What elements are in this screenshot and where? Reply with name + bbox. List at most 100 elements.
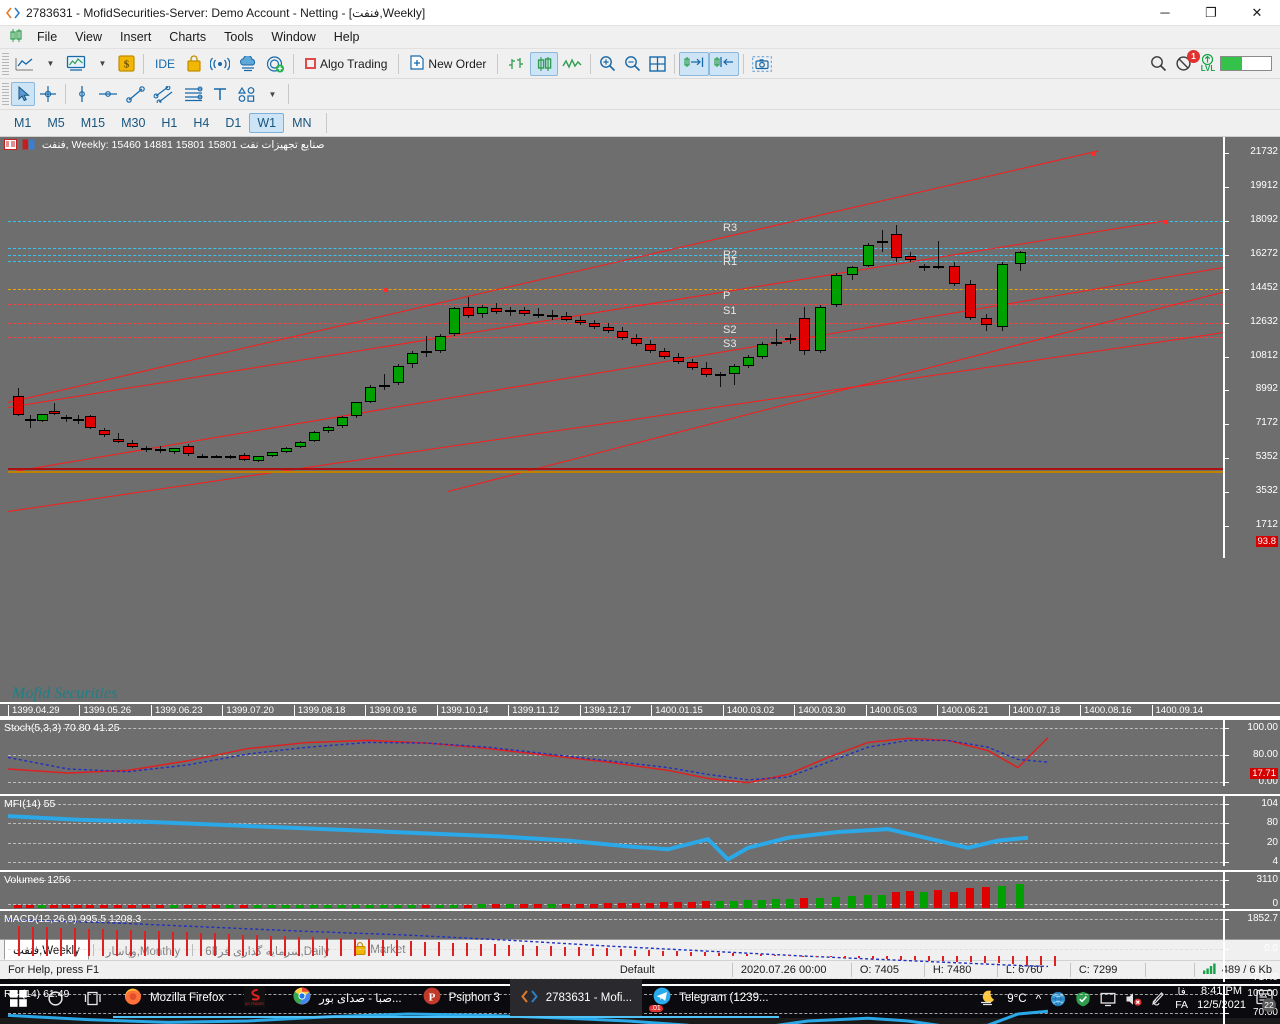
line-icon[interactable] <box>558 52 586 76</box>
macd-y-axis[interactable]: 1852.7 0.0 -717.0 <box>1223 911 1280 982</box>
vertical-line-icon[interactable] <box>70 82 94 106</box>
zoom-out-icon[interactable] <box>620 52 645 76</box>
price-chart-pane[interactable]: فنفت, Weekly: 15460 14881 15801 15801 صن… <box>0 137 1280 558</box>
zoom-in-icon[interactable] <box>595 52 620 76</box>
timeframe-m30[interactable]: M30 <box>113 113 153 133</box>
bar-chart-icon[interactable] <box>502 52 530 76</box>
trendline-middle[interactable] <box>8 267 1223 473</box>
menu-insert[interactable]: Insert <box>111 28 160 46</box>
trendline-icon[interactable] <box>122 82 149 106</box>
vps-cloud-icon[interactable] <box>234 52 262 76</box>
indicator-axis-tick <box>1224 755 1229 756</box>
svg-text:$: $ <box>124 59 130 71</box>
shapes-dropdown[interactable]: ▼ <box>260 82 284 106</box>
cursor-icon[interactable] <box>11 82 35 106</box>
stochastic-plot[interactable] <box>8 720 1223 786</box>
templates-dropdown[interactable]: ▼ <box>90 52 114 76</box>
candle-body <box>771 342 782 344</box>
menu-tools[interactable]: Tools <box>215 28 262 46</box>
menu-window[interactable]: Window <box>262 28 324 46</box>
new-chart-icon[interactable] <box>11 52 38 76</box>
taskbar-app-telegram[interactable]: .01 Telegram (1239... <box>642 979 779 1018</box>
trendline-anchor-1[interactable] <box>1164 220 1168 224</box>
volumes-pane[interactable]: Volumes 1256 3110 0 <box>0 870 1280 908</box>
new-order-button[interactable]: New Order <box>403 52 493 76</box>
timeframe-m1[interactable]: M1 <box>6 113 39 133</box>
candlestick-icon[interactable] <box>530 52 558 76</box>
accounts-icon[interactable]: $ <box>114 52 139 76</box>
menu-help[interactable]: Help <box>325 28 369 46</box>
action-center-icon[interactable]: 22 <box>1255 988 1274 1010</box>
mfi-pane[interactable]: MFI(14) 55 104 80 20 4 <box>0 794 1280 866</box>
taskbar-app-chrome[interactable]: صبا - صدای بور... <box>282 979 411 1018</box>
task-view-icon[interactable] <box>74 979 113 1018</box>
volume-bar <box>604 903 612 908</box>
timeframe-d1[interactable]: D1 <box>217 113 249 133</box>
volumes-y-axis[interactable]: 3110 0 <box>1223 872 1280 908</box>
timeframe-m15[interactable]: M15 <box>73 113 113 133</box>
alerts-icon[interactable]: 1 <box>1171 52 1196 76</box>
chart-props-icon[interactable] <box>22 139 35 153</box>
grid-icon[interactable] <box>645 52 670 76</box>
shapes-icon[interactable] <box>232 82 260 106</box>
timeframe-m5[interactable]: M5 <box>39 113 72 133</box>
taskbar-app-psiphon[interactable]: P Psiphon 3 <box>412 979 510 1018</box>
copy-signal-icon[interactable] <box>262 52 289 76</box>
mfi-plot[interactable] <box>8 796 1223 866</box>
timeframe-h1[interactable]: H1 <box>153 113 185 133</box>
minimize-button[interactable]: ─ <box>1142 0 1188 26</box>
trendline-anchor-2[interactable] <box>384 288 388 292</box>
auto-scroll-icon[interactable] <box>709 52 739 76</box>
macd-histogram-bar <box>256 935 258 956</box>
mfi-y-axis[interactable]: 104 80 20 4 <box>1223 796 1280 866</box>
macd-plot[interactable] <box>8 911 1223 982</box>
price-axis-label: 8992 <box>1256 383 1278 394</box>
main-toolbar: ▼ ▼ $ IDE Algo Trading New Order 1 LVL <box>0 49 1280 79</box>
ide-button[interactable]: IDE <box>148 52 182 76</box>
templates-icon[interactable] <box>62 52 90 76</box>
drawing-toolbar-grip[interactable] <box>2 83 9 105</box>
toolbar-grip[interactable] <box>2 53 9 75</box>
new-chart-dropdown[interactable]: ▼ <box>38 52 62 76</box>
close-button[interactable]: ✕ <box>1234 0 1280 26</box>
macd-pane[interactable]: MACD(12,26,9) 995.5 1208.3 1852.7 0.0 -717… <box>0 909 1280 982</box>
macd-histogram-bar <box>1054 956 1056 965</box>
algo-trading-button[interactable]: Algo Trading <box>298 52 394 76</box>
timeframe-mn[interactable]: MN <box>284 113 319 133</box>
stochastic-pane[interactable]: Stoch(5,3,3) 70.80 41.25 100.00 80.00 0.00… <box>0 718 1280 786</box>
price-plot[interactable]: R3 R2 R1 P S1 S2 S3 <box>8 137 1223 558</box>
pivot-label-p: P <box>723 290 730 302</box>
candle-body <box>127 443 138 448</box>
signals-icon[interactable] <box>206 52 234 76</box>
horizontal-line-icon[interactable] <box>94 82 122 106</box>
timeframe-h4[interactable]: H4 <box>185 113 217 133</box>
trendline-inner[interactable] <box>448 292 1223 492</box>
menu-file[interactable]: File <box>28 28 66 46</box>
crosshair-icon[interactable] <box>35 82 61 106</box>
taskbar-app-sahra[interactable]: MY TRADER <box>234 979 282 1018</box>
taskbar-app-firefox[interactable]: Mozilla Firefox <box>113 979 234 1018</box>
telegram-icon: .01 <box>652 986 672 1009</box>
search-icon[interactable] <box>1146 52 1171 76</box>
timeframe-w1[interactable]: W1 <box>249 113 284 133</box>
chart-area[interactable]: فنفت, Weekly: 15460 14881 15801 15801 صن… <box>0 137 1280 939</box>
price-y-axis[interactable]: 21732 19912 18092 16272 14452 12632 10812 8992 7… <box>1223 137 1280 558</box>
menu-view[interactable]: View <box>66 28 111 46</box>
chart-shift-icon[interactable] <box>679 52 709 76</box>
stochastic-y-axis[interactable]: 100.00 80.00 0.00 17.71 <box>1223 720 1280 786</box>
taskbar-app-metatrader[interactable]: 2783631 - Mofi... <box>510 979 642 1018</box>
screenshot-icon[interactable] <box>748 52 776 76</box>
price-axis-label: 7172 <box>1256 417 1278 428</box>
data-window-icon[interactable] <box>4 139 17 153</box>
menu-charts[interactable]: Charts <box>160 28 215 46</box>
market-bag-icon[interactable] <box>182 52 206 76</box>
fibonacci-icon[interactable] <box>179 82 208 106</box>
equidistant-channel-icon[interactable] <box>149 82 179 106</box>
volume-bar <box>716 901 724 908</box>
text-icon[interactable] <box>208 82 232 106</box>
date-axis[interactable]: 1399.04.29 1399.05.26 1399.06.23 1399.07.20… <box>0 702 1280 718</box>
maximize-button[interactable]: ❐ <box>1188 0 1234 26</box>
volume-bar <box>86 905 94 908</box>
trendline-anchor-0[interactable] <box>1092 152 1096 156</box>
volumes-plot[interactable] <box>8 872 1223 908</box>
